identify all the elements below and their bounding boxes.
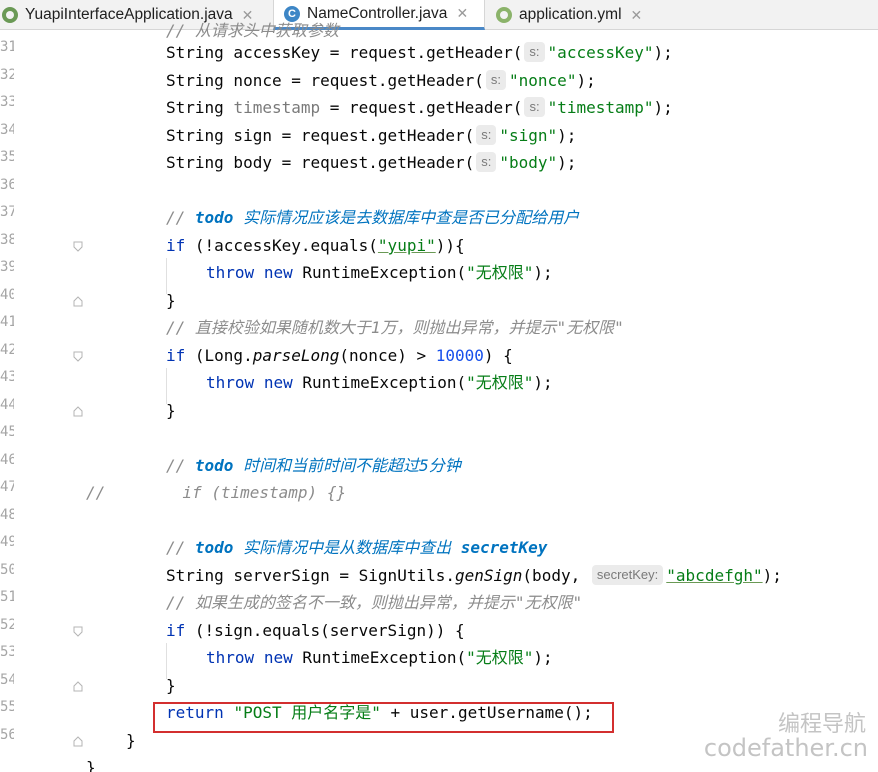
editor-tab-bar: YuapiInterfaceApplication.java ✕ C NameC… xyxy=(0,0,878,30)
spring-yaml-icon xyxy=(496,7,512,23)
code-line-47: // if (timestamp) {} xyxy=(86,483,347,502)
code-line-46: // todo 时间和当前时间不能超过5分钟 xyxy=(166,456,461,475)
code-line-50: String serverSign = SignUtils.genSign(bo… xyxy=(166,565,782,585)
code-line-41: // 直接校验如果随机数大于1万，则抛出异常，并提示"无权限" xyxy=(166,318,624,337)
code-line-32: String nonce = request.getHeader(s: "nonc… xyxy=(166,70,596,90)
code-line-56: } xyxy=(126,731,136,750)
code-line-52: if (!sign.equals(serverSign)) { xyxy=(166,621,465,640)
tab-label: application.yml xyxy=(519,6,622,23)
tab-application-yml[interactable]: application.yml ✕ xyxy=(487,0,667,30)
code-line-31: String accessKey = request.getHeader(s: "… xyxy=(166,42,673,62)
code-editor[interactable]: // 从请求头中获取参数 String accessKey = request.… xyxy=(0,21,878,772)
code-line-43: throw new RuntimeException("无权限"); xyxy=(206,373,553,392)
code-line-35: String body = request.getHeader(s: "body"… xyxy=(166,152,577,172)
code-line-53: throw new RuntimeException("无权限"); xyxy=(206,648,553,667)
parameter-hint: s: xyxy=(476,152,497,172)
code-line-54: } xyxy=(166,676,176,695)
code-line-39: throw new RuntimeException("无权限"); xyxy=(206,263,553,282)
code-line-37: // todo 实际情况应该是去数据库中查是否已分配给用户 xyxy=(166,208,580,227)
code-line-49: // todo 实际情况中是从数据库中查出 secretKey xyxy=(166,538,548,557)
code-line-38: if (!accessKey.equals("yupi")){ xyxy=(166,236,465,255)
parameter-hint: s: xyxy=(524,97,545,117)
close-icon[interactable]: ✕ xyxy=(456,5,468,22)
parameter-hint: s: xyxy=(485,70,507,90)
close-icon[interactable]: ✕ xyxy=(631,7,643,24)
spring-boot-class-icon xyxy=(2,7,18,23)
code-line-34: String sign = request.getHeader(s: "sign"… xyxy=(166,125,577,145)
code-line-51: // 如果生成的签名不一致，则抛出异常，并提示"无权限" xyxy=(166,593,583,612)
parameter-hint: secretKey: xyxy=(591,565,664,585)
code-line-33: String timestamp = request.getHeader(s: "… xyxy=(166,97,673,117)
code-line-42: if (Long.parseLong(nonce) > 10000) { xyxy=(166,346,513,365)
highlight-annotation-box xyxy=(153,702,614,733)
code-line-57: } xyxy=(86,758,96,772)
parameter-hint: s: xyxy=(476,125,497,145)
watermark-domain: codefather.cn xyxy=(703,734,868,762)
parameter-hint: s: xyxy=(524,42,545,62)
code-line-44: } xyxy=(166,401,176,420)
code-line-40: } xyxy=(166,291,176,310)
